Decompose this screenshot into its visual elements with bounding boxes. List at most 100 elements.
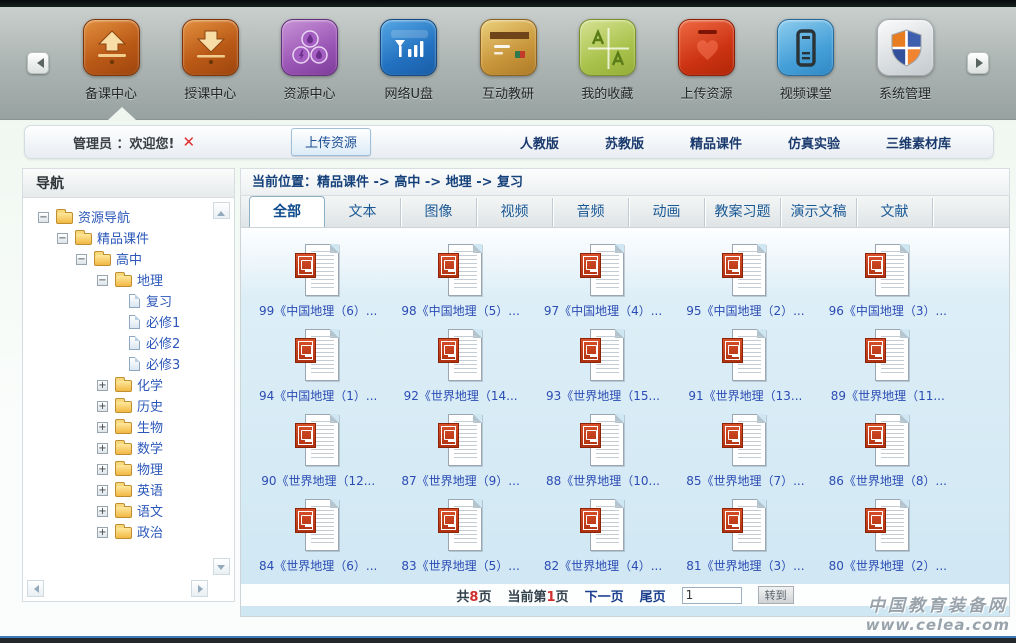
expand-icon[interactable] — [97, 443, 108, 454]
toolbar-scroll-left-button[interactable] — [27, 52, 49, 74]
file-item[interactable]: 93《世界地理（15... — [532, 329, 674, 414]
ppt-file-icon — [722, 499, 768, 553]
watermark-line2: www.celea.com — [866, 616, 1010, 634]
tree-node-politics[interactable]: 政治 — [23, 523, 234, 544]
tab-video[interactable]: 视频 — [477, 198, 553, 227]
tree-node-compulsory-1[interactable]: 必修1 — [23, 313, 234, 334]
scroll-left-icon[interactable] — [27, 580, 44, 597]
breadcrumb: 当前位置：精品课件 -> 高中 -> 地理 -> 复习 — [240, 168, 1010, 196]
ppt-file-icon — [438, 499, 484, 553]
page-number-input[interactable] — [682, 587, 742, 604]
tree-node-senior-high[interactable]: 高中 — [23, 250, 234, 271]
edition-links: 人教版 苏教版 精品课件 仿真实验 三维素材库 — [520, 133, 951, 152]
toolbar-item-interactive-research[interactable]: 互动教研 — [460, 19, 556, 102]
toolbar-item-resource-center[interactable]: 资源中心 — [262, 19, 358, 102]
tab-presentation[interactable]: 演示文稿 — [781, 198, 857, 227]
expand-icon[interactable] — [97, 506, 108, 517]
ppt-file-icon — [722, 244, 768, 298]
tree-node-history[interactable]: 历史 — [23, 397, 234, 418]
link-3d-material-library[interactable]: 三维素材库 — [886, 133, 951, 152]
folder-icon — [94, 254, 111, 266]
file-item[interactable]: 99《中国地理（6）... — [247, 244, 389, 329]
file-item[interactable]: 96《中国地理（3）... — [817, 244, 959, 329]
toolbar-scroll-right-button[interactable] — [967, 52, 989, 74]
collapse-icon[interactable] — [76, 254, 87, 265]
folder-icon — [115, 422, 132, 434]
file-item[interactable]: 91《世界地理（13... — [674, 329, 816, 414]
navigation-sidebar: 导航 资源导航 精品课件 高中 地理 复习 必修1 必修2 必修3 化学 历史 … — [22, 168, 235, 602]
tree-node-compulsory-2[interactable]: 必修2 — [23, 334, 234, 355]
link-premium-courseware[interactable]: 精品课件 — [690, 133, 742, 152]
file-item[interactable]: 83《世界地理（5）... — [389, 499, 531, 584]
tree-node-chinese[interactable]: 语文 — [23, 502, 234, 523]
main-toolbar: 备课中心 授课中心 — [0, 7, 1016, 120]
toolbar-item-prep-center[interactable]: 备课中心 — [63, 19, 159, 102]
file-item[interactable]: 81《世界地理（3）... — [674, 499, 816, 584]
tab-all[interactable]: 全部 — [249, 196, 325, 227]
link-simulation-lab[interactable]: 仿真实验 — [788, 133, 840, 152]
file-item[interactable]: 87《世界地理（9）... — [389, 414, 531, 499]
tab-lesson-exercises[interactable]: 教案习题 — [705, 198, 781, 227]
tree-node-premium-courseware[interactable]: 精品课件 — [23, 229, 234, 250]
toolbar-item-network-udisk[interactable]: 网络U盘 — [361, 19, 457, 102]
file-item[interactable]: 92《世界地理（14... — [389, 329, 531, 414]
tab-text[interactable]: 文本 — [325, 198, 401, 227]
collapse-icon[interactable] — [57, 233, 68, 244]
tree-node-compulsory-3[interactable]: 必修3 — [23, 355, 234, 376]
tree-node-resource-nav[interactable]: 资源导航 — [23, 208, 234, 229]
tree-node-biology[interactable]: 生物 — [23, 418, 234, 439]
tree-node-english[interactable]: 英语 — [23, 481, 234, 502]
toolbar-item-video-classroom[interactable]: 视频课堂 — [758, 19, 854, 102]
ppt-file-icon — [438, 329, 484, 383]
tree-node-physics[interactable]: 物理 — [23, 460, 234, 481]
expand-icon[interactable] — [97, 422, 108, 433]
link-renjiao-edition[interactable]: 人教版 — [520, 133, 559, 152]
expand-icon[interactable] — [97, 380, 108, 391]
last-page-link[interactable]: 尾页 — [640, 586, 666, 605]
file-item[interactable]: 84《世界地理（6）... — [247, 499, 389, 584]
window-top-edge — [0, 0, 1016, 7]
expand-icon[interactable] — [97, 464, 108, 475]
toolbar-item-upload-resource[interactable]: 上传资源 — [659, 19, 755, 102]
tab-literature[interactable]: 文献 — [857, 198, 933, 227]
scroll-down-icon[interactable] — [213, 558, 230, 575]
next-page-link[interactable]: 下一页 — [585, 586, 624, 605]
toolbar-item-label: 网络U盘 — [384, 83, 433, 102]
file-item[interactable]: 98《中国地理（5）... — [389, 244, 531, 329]
file-item[interactable]: 90《世界地理（12... — [247, 414, 389, 499]
expand-icon[interactable] — [97, 401, 108, 412]
toolbar-item-system-management[interactable]: 系统管理 — [857, 19, 953, 102]
collapse-icon[interactable] — [97, 275, 108, 286]
link-sujiao-edition[interactable]: 苏教版 — [605, 133, 644, 152]
expand-icon[interactable] — [97, 527, 108, 538]
scroll-up-icon[interactable] — [213, 202, 230, 219]
file-item[interactable]: 94《中国地理（1）... — [247, 329, 389, 414]
go-to-page-button[interactable]: 转到 — [758, 586, 794, 604]
tree-node-review[interactable]: 复习 — [23, 292, 234, 313]
filter-tabs: 全部 文本 图像 视频 音频 动画 教案习题 演示文稿 文献 — [240, 196, 1010, 228]
scroll-right-icon[interactable] — [191, 580, 208, 597]
close-icon[interactable]: ✕ — [182, 133, 195, 151]
upload-resource-button[interactable]: 上传资源 — [291, 128, 371, 156]
tree-node-math[interactable]: 数学 — [23, 439, 234, 460]
tab-image[interactable]: 图像 — [401, 198, 477, 227]
file-item[interactable]: 89《世界地理（11... — [817, 329, 959, 414]
file-item[interactable]: 86《世界地理（8）... — [817, 414, 959, 499]
tab-animation[interactable]: 动画 — [629, 198, 705, 227]
toolbar-item-my-favorites[interactable]: 我的收藏 — [559, 19, 655, 102]
file-item[interactable]: 82《世界地理（4）... — [532, 499, 674, 584]
collapse-icon[interactable] — [38, 212, 49, 223]
toolbar-item-teach-center[interactable]: 授课中心 — [162, 19, 258, 102]
expand-icon[interactable] — [97, 485, 108, 496]
ppt-file-icon — [580, 499, 626, 553]
file-item[interactable]: 85《世界地理（7）... — [674, 414, 816, 499]
ppt-file-icon — [722, 414, 768, 468]
file-item[interactable]: 80《世界地理（2）... — [817, 499, 959, 584]
file-item[interactable]: 97《中国地理（4）... — [532, 244, 674, 329]
file-item[interactable]: 95《中国地理（2）... — [674, 244, 816, 329]
file-item[interactable]: 88《世界地理（10... — [532, 414, 674, 499]
tree-node-chemistry[interactable]: 化学 — [23, 376, 234, 397]
welcome-text: 管理员 ：欢迎您! — [73, 133, 174, 152]
tab-audio[interactable]: 音频 — [553, 198, 629, 227]
tree-node-geography[interactable]: 地理 — [23, 271, 234, 292]
